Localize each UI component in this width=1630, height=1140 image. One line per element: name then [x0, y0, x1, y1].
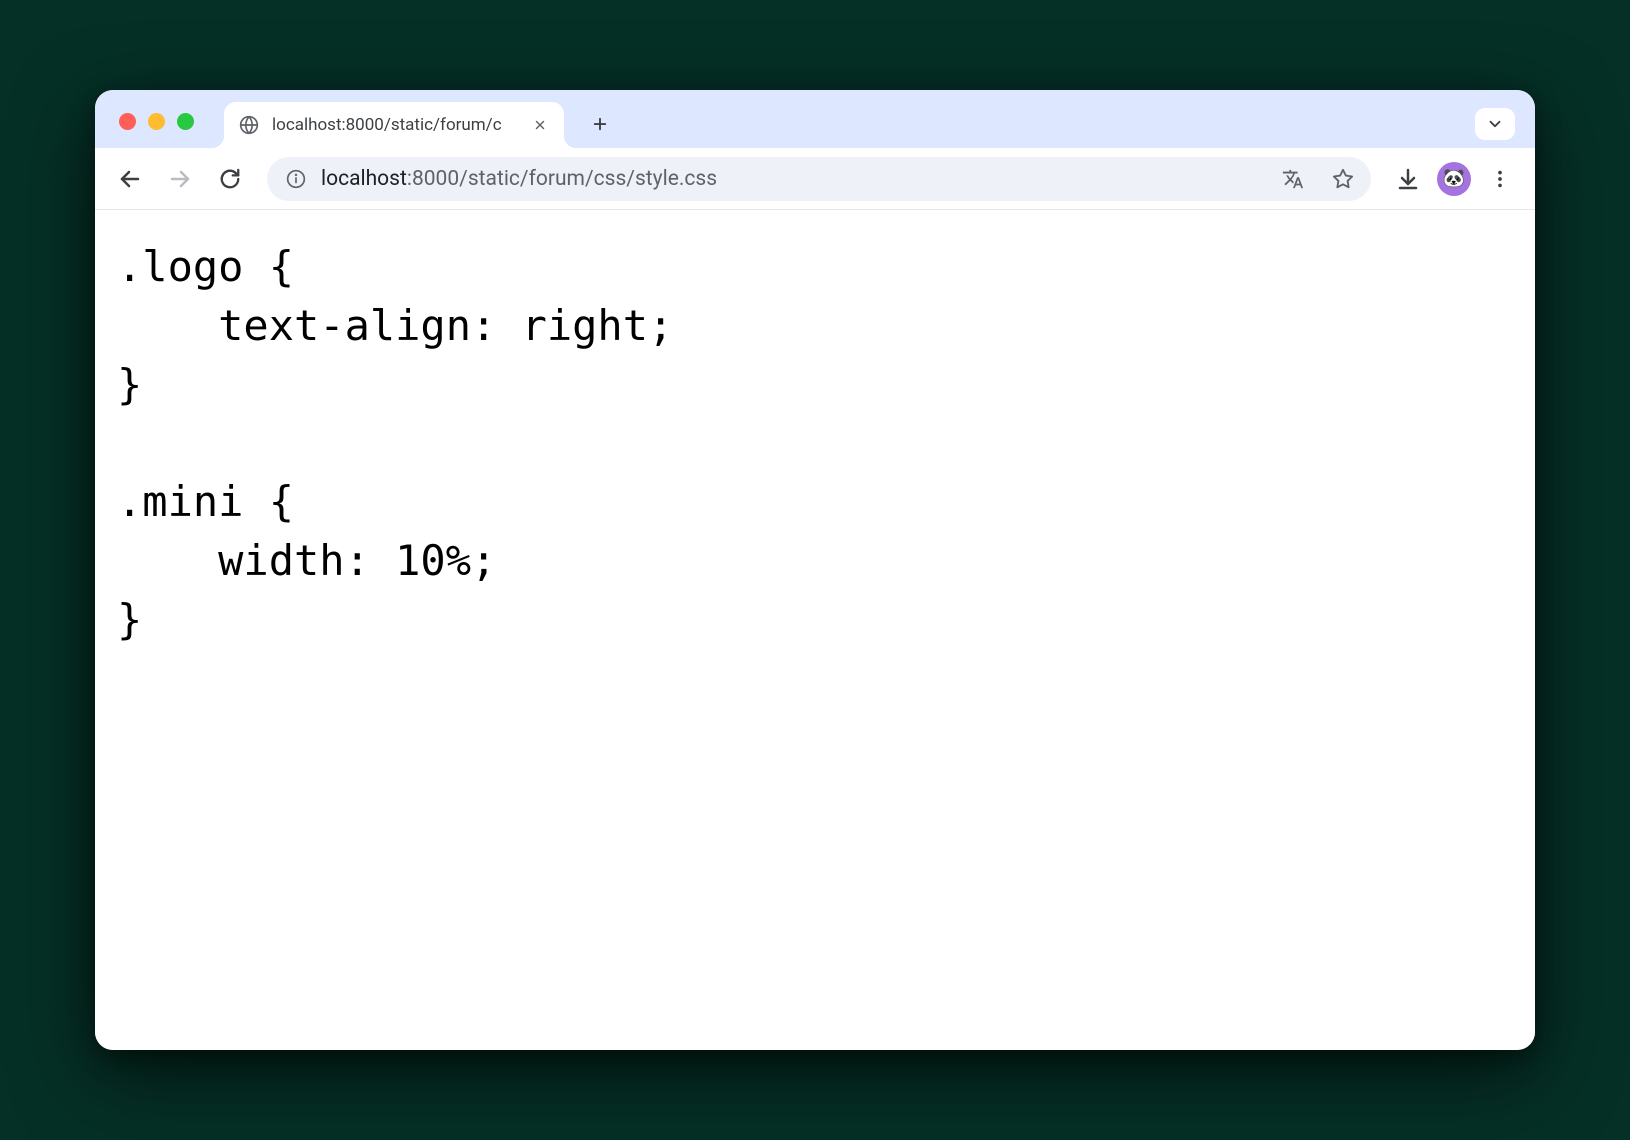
forward-button[interactable]	[159, 158, 201, 200]
browser-tab[interactable]: localhost:8000/static/forum/c	[224, 102, 564, 148]
url-path: :8000/static/forum/css/style.css	[407, 167, 717, 191]
downloads-button[interactable]	[1387, 158, 1429, 200]
maximize-window-button[interactable]	[177, 113, 194, 130]
css-source: .logo { text-align: right; } .mini { wid…	[117, 238, 1513, 650]
back-button[interactable]	[109, 158, 151, 200]
profile-avatar[interactable]: 🐼	[1437, 162, 1471, 196]
new-tab-button[interactable]	[582, 106, 618, 142]
toolbar: localhost:8000/static/forum/css/style.cs…	[95, 148, 1535, 210]
globe-icon	[238, 114, 260, 136]
avatar-emoji: 🐼	[1443, 168, 1465, 189]
close-tab-button[interactable]	[530, 115, 550, 135]
bookmark-icon[interactable]	[1325, 161, 1361, 197]
window-controls	[119, 113, 194, 130]
reload-button[interactable]	[209, 158, 251, 200]
page-content: .logo { text-align: right; } .mini { wid…	[95, 210, 1535, 1050]
minimize-window-button[interactable]	[148, 113, 165, 130]
tab-title: localhost:8000/static/forum/c	[272, 115, 518, 135]
close-window-button[interactable]	[119, 113, 136, 130]
browser-window: localhost:8000/static/forum/c	[95, 90, 1535, 1050]
menu-button[interactable]	[1479, 158, 1521, 200]
address-bar[interactable]: localhost:8000/static/forum/css/style.cs…	[267, 157, 1371, 201]
translate-icon[interactable]	[1275, 161, 1311, 197]
site-info-icon[interactable]	[285, 168, 307, 190]
tab-strip: localhost:8000/static/forum/c	[95, 90, 1535, 148]
url-text: localhost:8000/static/forum/css/style.cs…	[321, 167, 1261, 191]
url-host: localhost	[321, 167, 407, 191]
tab-search-button[interactable]	[1475, 108, 1515, 140]
